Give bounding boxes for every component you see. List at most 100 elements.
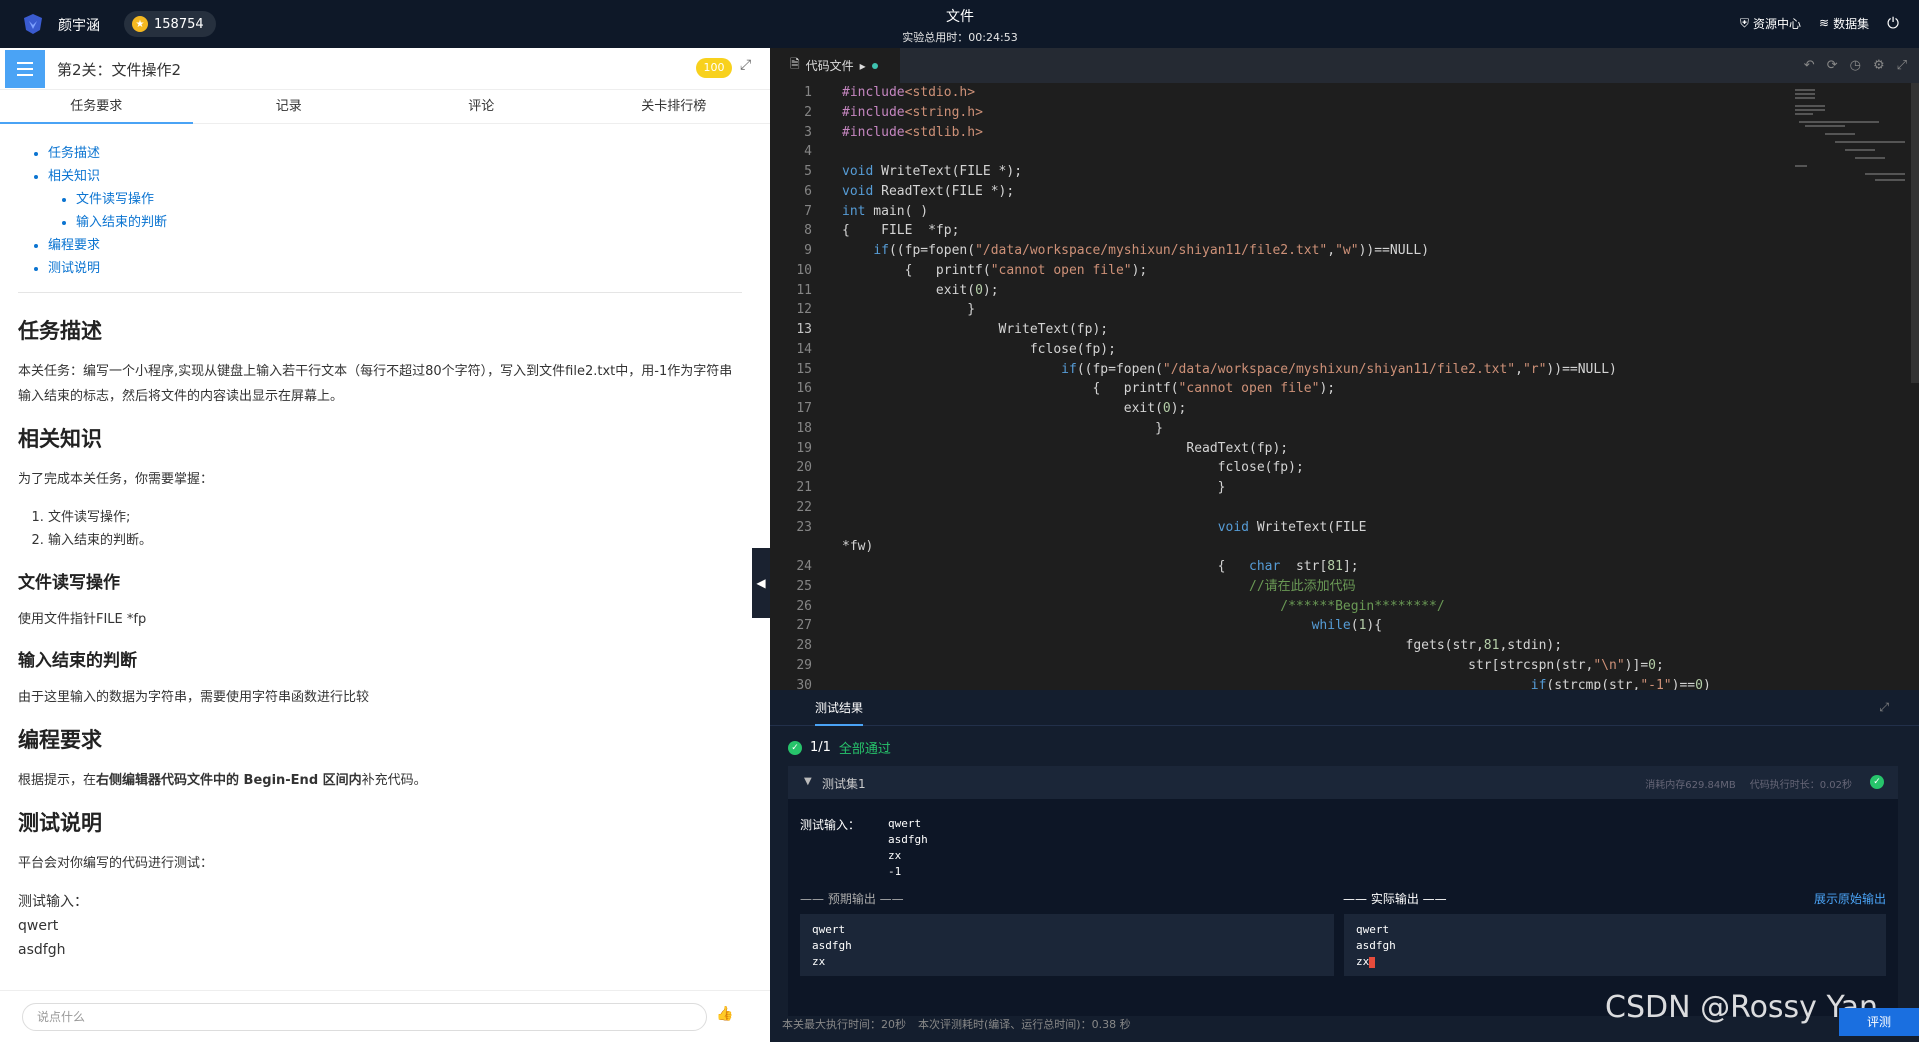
heading-test: 测试说明: [18, 811, 102, 835]
actual-output-label: —— 实际输出 ——: [1343, 892, 1447, 906]
fullscreen-icon[interactable]: ⤢: [1897, 58, 1907, 73]
pass-count: 1/1: [810, 740, 831, 755]
evaluate-button[interactable]: 评测: [1839, 1008, 1919, 1036]
tab-requirements[interactable]: 任务要求: [0, 90, 193, 124]
page-title: 文件: [946, 9, 974, 25]
editor-scrollbar[interactable]: [1911, 83, 1919, 383]
cursor-mark: [1369, 956, 1376, 968]
comment-bar: 说点什么 👍: [0, 990, 770, 1042]
code-line: 22: [770, 498, 1919, 518]
settings-icon[interactable]: ⚙: [1873, 58, 1885, 73]
divider: [18, 292, 742, 293]
line-number: 25: [796, 578, 812, 594]
knowledge-item: 输入结束的判断。: [48, 529, 742, 552]
tab-ranking[interactable]: 关卡排行榜: [578, 90, 771, 123]
actual-output-box: qwert asdfgh zx: [1344, 914, 1886, 976]
code-line: 13 WriteText(fp);: [770, 320, 1919, 340]
heading-knowledge: 相关知识: [18, 427, 102, 451]
test-input-label: 测试输入：: [800, 818, 861, 832]
heading-input-end: 输入结束的判断: [18, 651, 137, 671]
toc-item[interactable]: 相关知识 文件读写操作 输入结束的判断: [48, 165, 742, 234]
line-number: 15: [796, 361, 812, 377]
line-number: 4: [804, 144, 812, 160]
caret-down-icon[interactable]: ▼: [804, 776, 812, 787]
code-line: 1 #include<stdio.h>: [770, 83, 1919, 103]
line-number: 10: [796, 262, 812, 278]
line-number: 5: [804, 164, 812, 179]
knowledge-intro: 为了完成本关任务，你需要掌握：: [18, 472, 214, 487]
code-editor[interactable]: 1 #include<stdio.h> 2 #include<string.h> 3…: [770, 83, 1919, 690]
result-footer: 本关最大执行时间：20秒 本次评测耗时(编译、运行总时间)：0.38 秒: [782, 1016, 1131, 1032]
toc-item[interactable]: 编程要求: [48, 234, 742, 257]
task-description: 本关任务：编写一个小程序,实现从键盘上输入若干行文本（每行不超过80个字符），写…: [18, 364, 733, 404]
toc-subitem[interactable]: 输入结束的判断: [76, 211, 742, 234]
line-number: 14: [796, 341, 812, 357]
line-number: 16: [796, 381, 812, 397]
play-icon: ▸: [859, 58, 866, 73]
line-number: 24: [796, 559, 812, 574]
tab-test-result[interactable]: 测试结果: [815, 690, 864, 726]
history-icon[interactable]: ◷: [1850, 58, 1861, 73]
code-line: *fw): [842, 539, 874, 555]
code-line: 5 void WriteText(FILE *);: [770, 162, 1919, 182]
line-number: 7: [804, 203, 812, 219]
resource-center-link[interactable]: ⛨ 资源中心: [1740, 15, 1801, 32]
line-number: 13: [796, 322, 812, 337]
toc-subitem[interactable]: 文件读写操作: [76, 188, 742, 211]
refresh-icon[interactable]: ⟳: [1827, 58, 1838, 73]
editor-tabs: 🗎 代码文件 ▸ ↶ ⟳ ◷ ⚙ ⤢: [770, 48, 1919, 83]
top-bar: 颜宇涵 ★ 158754 文件 实验总用时：00:24:53 ⛨ 资源中心 ≋ …: [0, 0, 1919, 48]
line-number: 28: [796, 638, 812, 653]
line-number: 20: [796, 460, 812, 476]
platform-logo-icon[interactable]: [20, 12, 46, 36]
line-number: 21: [796, 480, 812, 495]
power-icon[interactable]: ⏻: [1887, 14, 1899, 32]
line-number: 18: [796, 420, 812, 436]
line-number: 2: [804, 104, 812, 120]
task-tabs: 任务要求 记录 评论 关卡排行榜: [0, 90, 770, 124]
test-intro: 平台会对你编写的代码进行测试：: [18, 856, 214, 871]
toc-item[interactable]: 任务描述: [48, 142, 742, 165]
collapse-panel-icon[interactable]: ◀: [752, 548, 770, 618]
code-line: 29 str[strcspn(str,"\n")]=0;: [770, 656, 1919, 676]
code-line: 15 if((fp=fopen("/data/workspace/myshixu…: [770, 360, 1919, 380]
dataset-link[interactable]: ≋ 数据集: [1819, 15, 1869, 32]
coins-badge[interactable]: ★ 158754: [124, 11, 216, 37]
tab-records[interactable]: 记录: [193, 90, 386, 123]
max-exec-time: 本关最大执行时间：20秒: [782, 1018, 906, 1031]
line-number: 29: [796, 657, 812, 673]
menu-button[interactable]: [5, 50, 45, 88]
toc-item-label[interactable]: 相关知识: [48, 169, 100, 184]
score-badge: 100: [696, 58, 732, 78]
code-minimap[interactable]: [1795, 85, 1905, 185]
show-raw-output-link[interactable]: 展示原始输出: [1814, 890, 1886, 907]
comment-input[interactable]: 说点什么: [22, 1003, 707, 1031]
test-set-header[interactable]: ▼ 测试集1 消耗内存629.84MB 代码执行时长：0.02秒 ✓: [788, 766, 1898, 799]
code-line: 6 void ReadText(FILE *);: [770, 182, 1919, 202]
toc-item[interactable]: 测试说明: [48, 257, 742, 280]
code-line: 21 }: [770, 478, 1919, 498]
top-right-links: ⛨ 资源中心 ≋ 数据集 ⏻: [1740, 14, 1899, 32]
username[interactable]: 颜宇涵: [58, 15, 100, 35]
test-input-line: asdfgh: [18, 942, 66, 958]
heading-file-rw: 文件读写操作: [18, 573, 120, 593]
pass-summary: ✓ 1/1 全部通过: [788, 738, 891, 757]
line-number: 9: [804, 243, 812, 258]
code-file-tab[interactable]: 🗎 代码文件 ▸: [770, 48, 900, 83]
coins-value: 158754: [154, 16, 204, 32]
code-line: 12 }: [770, 300, 1919, 320]
unsaved-dot-icon: [871, 62, 878, 69]
code-line: 3 #include<stdlib.h>: [770, 123, 1919, 143]
expand-result-icon[interactable]: ⤢: [1879, 700, 1889, 715]
shield-icon: ⛨: [1740, 15, 1750, 30]
layers-icon: ≋: [1819, 16, 1830, 30]
expand-icon[interactable]: ⤢: [740, 57, 751, 73]
timer-text: 实验总用时：00:24:53: [902, 31, 1018, 44]
tab-comments[interactable]: 评论: [385, 90, 578, 123]
undo-icon[interactable]: ↶: [1804, 58, 1815, 73]
all-pass-text: 全部通过: [838, 742, 891, 757]
thumbs-up-icon[interactable]: 👍: [716, 1006, 733, 1022]
code-line: 14 fclose(fp);: [770, 340, 1919, 360]
check-icon: ✓: [1870, 775, 1884, 789]
code-line: 16 { printf("cannot open file");: [770, 379, 1919, 399]
